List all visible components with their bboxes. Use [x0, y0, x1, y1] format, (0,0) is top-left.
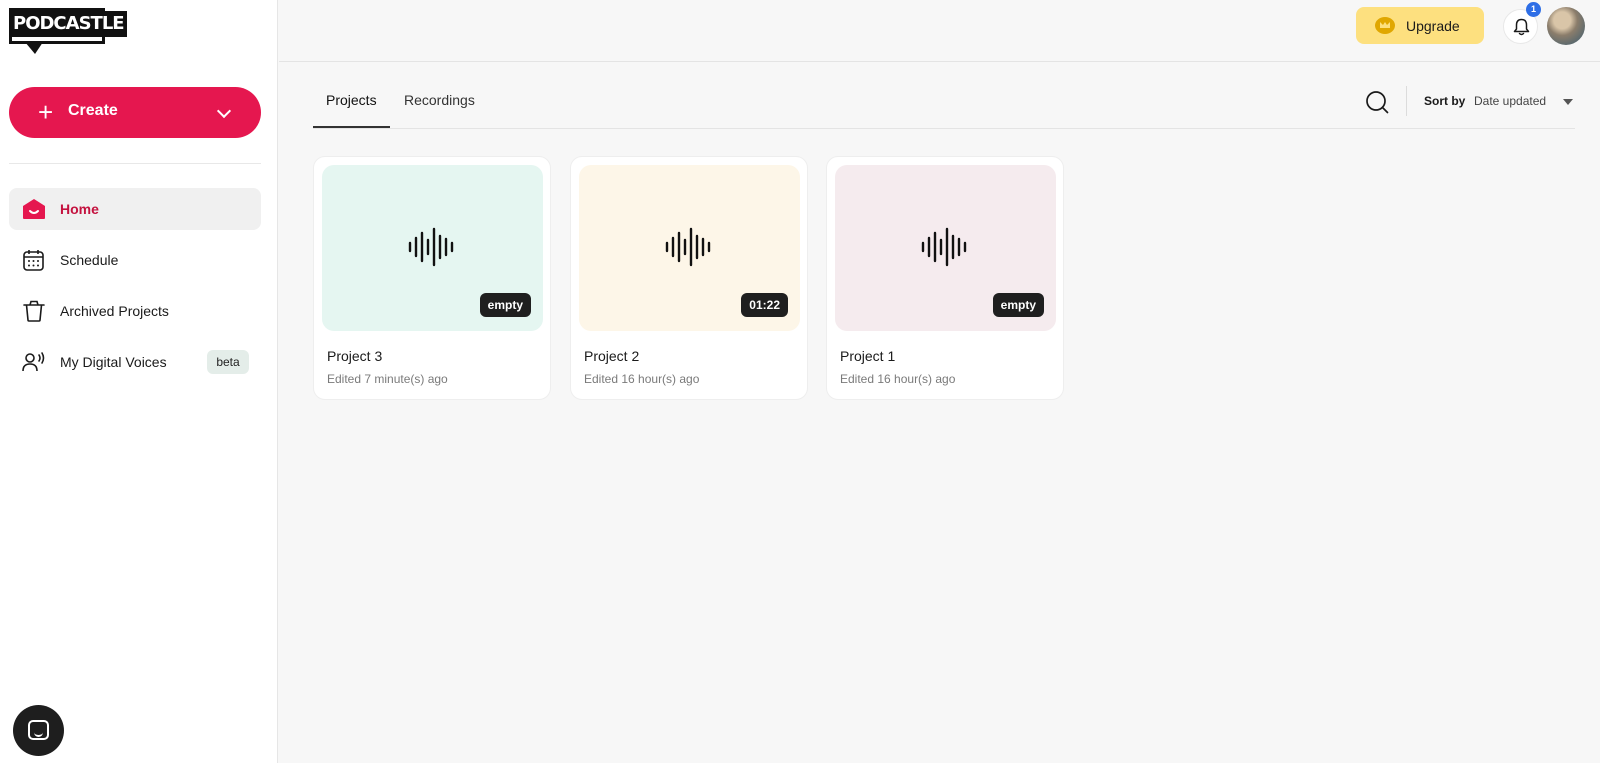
project-thumbnail: empty: [835, 165, 1056, 331]
notification-count-badge: 1: [1526, 2, 1541, 17]
upgrade-button-label: Upgrade: [1406, 18, 1460, 34]
bell-icon: [1513, 18, 1530, 36]
create-button-label: Create: [68, 102, 118, 119]
project-thumbnail: empty: [322, 165, 543, 331]
project-thumbnail: 01:22: [579, 165, 800, 331]
audio-waveform-icon: [665, 227, 711, 267]
crown-icon: [1375, 17, 1395, 34]
logo-text: PODCASTLE: [10, 11, 127, 37]
calendar-icon: [23, 250, 44, 271]
sidebar-item-label: Schedule: [60, 252, 119, 268]
podcastle-logo[interactable]: PODCASTLE: [9, 8, 127, 56]
upgrade-button[interactable]: Upgrade: [1356, 7, 1484, 44]
logo-tail: [25, 42, 43, 54]
sidebar: PODCASTLE + Create Home Schedule Archive…: [0, 0, 278, 763]
project-card[interactable]: empty Project 1 Edited 16 hour(s) ago: [826, 156, 1064, 400]
sidebar-item-label: My Digital Voices: [60, 354, 167, 370]
search-icon[interactable]: [1365, 90, 1389, 114]
project-title: Project 2: [584, 348, 640, 364]
project-edited-time: Edited 7 minute(s) ago: [327, 372, 448, 386]
audio-waveform-icon: [921, 227, 967, 267]
sidebar-item-home[interactable]: Home: [9, 188, 261, 230]
project-title: Project 3: [327, 348, 383, 364]
duration-badge: empty: [992, 293, 1044, 317]
caret-down-icon[interactable]: [1563, 99, 1573, 105]
trash-icon: [23, 300, 45, 322]
audio-waveform-icon: [408, 227, 454, 267]
duration-badge: empty: [479, 293, 531, 317]
project-card[interactable]: 01:22 Project 2 Edited 16 hour(s) ago: [570, 156, 808, 400]
active-tab-indicator: [313, 126, 390, 128]
home-icon: [23, 199, 45, 219]
project-card[interactable]: empty Project 3 Edited 7 minute(s) ago: [313, 156, 551, 400]
toolbar-divider: [1406, 86, 1407, 116]
sidebar-item-my-digital-voices[interactable]: My Digital Voices beta: [9, 341, 261, 383]
sidebar-item-archived-projects[interactable]: Archived Projects: [9, 290, 261, 332]
sort-by-label: Sort by: [1424, 94, 1466, 108]
tab-recordings[interactable]: Recordings: [404, 92, 475, 108]
tab-projects[interactable]: Projects: [326, 92, 377, 108]
project-edited-time: Edited 16 hour(s) ago: [584, 372, 700, 386]
duration-badge: 01:22: [741, 293, 788, 317]
sidebar-item-schedule[interactable]: Schedule: [9, 239, 261, 281]
chevron-down-icon: [216, 103, 232, 119]
content-tabs-bar: Projects Recordings Sort by Date updated: [313, 80, 1575, 129]
support-chat-button[interactable]: [13, 705, 64, 756]
sort-dropdown[interactable]: Date updated: [1474, 94, 1546, 108]
project-edited-time: Edited 16 hour(s) ago: [840, 372, 956, 386]
beta-badge: beta: [207, 350, 249, 374]
sidebar-item-label: Archived Projects: [60, 303, 169, 319]
voice-user-icon: [22, 352, 45, 372]
plus-icon: +: [38, 97, 54, 127]
create-button[interactable]: + Create: [9, 87, 261, 138]
sidebar-divider: [9, 163, 261, 164]
user-avatar[interactable]: [1547, 7, 1585, 45]
chat-icon: [28, 720, 49, 740]
sidebar-item-label: Home: [60, 201, 99, 217]
project-title: Project 1: [840, 348, 896, 364]
